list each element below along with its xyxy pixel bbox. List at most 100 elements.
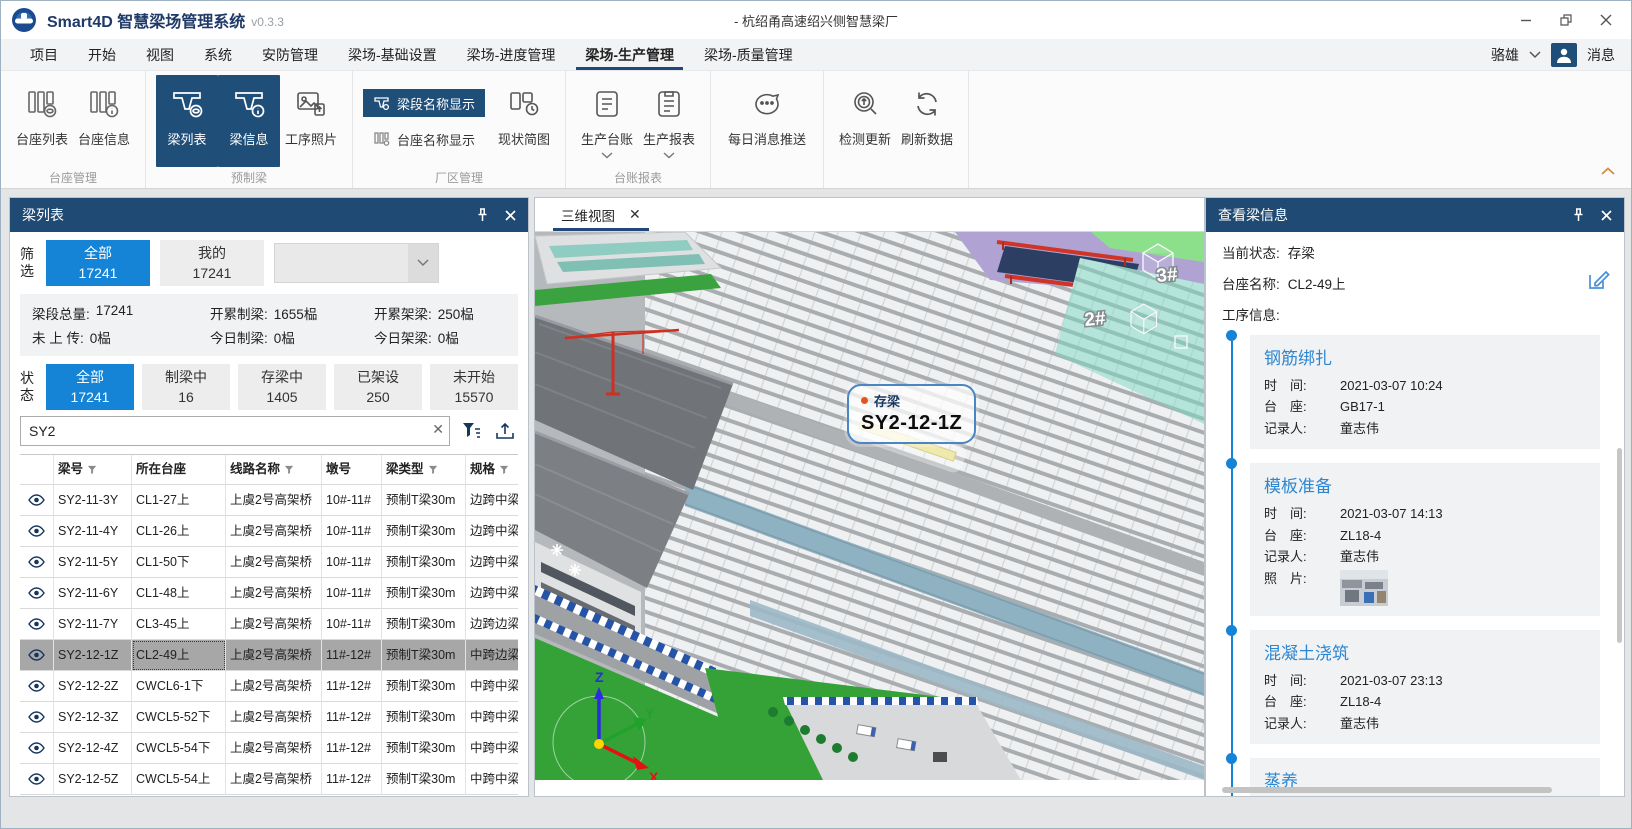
edit-icon[interactable]: [1586, 268, 1610, 297]
status-all-button[interactable]: 全部17241: [46, 364, 134, 410]
filter-mine-button[interactable]: 我的 17241: [160, 240, 264, 286]
menu-item-start[interactable]: 开始: [73, 39, 131, 70]
status-dot: [861, 397, 868, 404]
view-beam-eye-icon[interactable]: [20, 764, 54, 795]
table-row[interactable]: SY2-11-5YCL1-50下上虞2号高架桥10#-11#预制T梁30m边跨中…: [20, 547, 518, 578]
horizontal-scrollbar[interactable]: [1222, 787, 1552, 793]
process-photo[interactable]: [1340, 570, 1388, 606]
header-beam-type[interactable]: 梁类型: [382, 455, 466, 485]
production-report-button[interactable]: 生产报表: [638, 75, 700, 167]
view-beam-eye-icon[interactable]: [20, 640, 54, 671]
table-cell: CL1-48上: [132, 578, 226, 609]
table-row[interactable]: SY2-12-2ZCWCL6-1下上虞2号高架桥11#-12#预制T梁30m中跨…: [20, 671, 518, 702]
pedestal-info-button[interactable]: 台座信息: [73, 75, 135, 167]
menu-item-base-setting[interactable]: 梁场-基础设置: [333, 39, 452, 70]
view-beam-eye-icon[interactable]: [20, 547, 54, 578]
menu-item-security[interactable]: 安防管理: [247, 39, 333, 70]
view-beam-eye-icon[interactable]: [20, 671, 54, 702]
menu-item-quality[interactable]: 梁场-质量管理: [689, 39, 808, 70]
process-title[interactable]: 混凝土浇筑: [1264, 639, 1586, 664]
filter-all-button[interactable]: 全部 17241: [46, 240, 150, 286]
pin-icon[interactable]: [1572, 208, 1585, 222]
close-panel-icon[interactable]: [1601, 210, 1612, 221]
restore-button[interactable]: [1559, 13, 1573, 27]
table-row[interactable]: SY2-11-6YCL1-48上上虞2号高架桥10#-11#预制T梁30m边跨中…: [20, 578, 518, 609]
menu-item-progress[interactable]: 梁场-进度管理: [452, 39, 571, 70]
toggle-pedestal-name-display[interactable]: 台座名称显示: [363, 125, 485, 153]
beam-tooltip[interactable]: 存梁 SY2-12-1Z: [847, 384, 976, 444]
close-panel-icon[interactable]: [505, 210, 516, 221]
table-row[interactable]: SY2-12-1ZCL2-49上上虞2号高架桥11#-12#预制T梁30m中跨边…: [20, 640, 518, 671]
production-ledger-button[interactable]: 生产台账: [576, 75, 638, 167]
process-photo-button[interactable]: 工序照片: [280, 75, 342, 167]
table-cell: 预制T梁30m: [382, 485, 466, 516]
filter-funnel-button[interactable]: [458, 418, 484, 444]
table-cell: 上虞2号高架桥: [226, 764, 322, 795]
search-input[interactable]: [20, 416, 450, 446]
status-erected-button[interactable]: 已架设250: [334, 364, 422, 410]
user-avatar-icon[interactable]: [1551, 43, 1577, 67]
table-row[interactable]: SY2-12-4ZCWCL5-54下上虞2号高架桥11#-12#预制T梁30m中…: [20, 733, 518, 764]
beam-list-button[interactable]: 梁列表: [156, 75, 218, 167]
beam-info-button[interactable]: 梁信息: [218, 75, 280, 167]
messages-link[interactable]: 消息: [1587, 45, 1615, 65]
ribbon-collapse-chevron[interactable]: [1601, 162, 1615, 180]
view-beam-eye-icon[interactable]: [20, 578, 54, 609]
process-item: 模板准备时 间:2021-03-07 14:13台 座:ZL18-4记录人:童志…: [1250, 463, 1610, 615]
menu-item-view[interactable]: 视图: [131, 39, 189, 70]
export-button[interactable]: [492, 418, 518, 444]
header-pedestal[interactable]: 所在台座: [132, 455, 226, 485]
table-row[interactable]: SY2-11-7YCL3-45上上虞2号高架桥10#-11#预制T梁30m边跨边…: [20, 609, 518, 640]
table-cell: 上虞2号高架桥: [226, 547, 322, 578]
table-cell: 边跨中梁简变连: [466, 485, 518, 516]
check-update-button[interactable]: 检测更新: [834, 75, 896, 167]
group-label-ledger: 台账报表: [566, 169, 710, 186]
view-beam-eye-icon[interactable]: [20, 516, 54, 547]
current-status-label: 当前状态:: [1222, 242, 1280, 262]
beam-info-icon: [231, 87, 267, 121]
tab-3d-view[interactable]: 三维视图 ✕: [553, 198, 649, 231]
viewport-3d[interactable]: 2# 3# Z Y X: [535, 232, 1204, 780]
status-making-button[interactable]: 制梁中16: [142, 364, 230, 410]
filter-dropdown[interactable]: [274, 243, 439, 283]
view-beam-eye-icon[interactable]: [20, 702, 54, 733]
daily-message-push-button[interactable]: 每日消息推送: [721, 75, 813, 167]
table-cell: 预制T梁30m: [382, 640, 466, 671]
chevron-down-icon[interactable]: [1529, 51, 1541, 59]
table-cell: 预制T梁30m: [382, 671, 466, 702]
menu-item-production[interactable]: 梁场-生产管理: [570, 39, 689, 70]
vertical-scrollbar[interactable]: [1617, 448, 1622, 643]
table-row[interactable]: SY2-12-5ZCWCL5-54上上虞2号高架桥11#-12#预制T梁30m中…: [20, 764, 518, 795]
header-beam-no[interactable]: 梁号: [54, 455, 132, 485]
production-ledger-icon: [593, 87, 621, 121]
close-tab-icon[interactable]: ✕: [629, 206, 641, 223]
process-title[interactable]: 模板准备: [1264, 472, 1586, 497]
current-layout-button[interactable]: 现状简图: [493, 75, 555, 167]
menu-item-system[interactable]: 系统: [189, 39, 247, 70]
user-name[interactable]: 骆雄: [1491, 45, 1519, 65]
status-notstarted-button[interactable]: 未开始15570: [430, 364, 518, 410]
refresh-data-button[interactable]: 刷新数据: [896, 75, 958, 167]
view-beam-eye-icon[interactable]: [20, 733, 54, 764]
clear-search-icon[interactable]: ✕: [432, 422, 444, 436]
process-title[interactable]: 钢筋绑扎: [1264, 344, 1586, 369]
close-window-button[interactable]: [1599, 13, 1613, 27]
table-cell: 中跨中梁简变连: [466, 671, 518, 702]
header-line-name[interactable]: 线路名称: [226, 455, 322, 485]
table-row[interactable]: SY2-11-4YCL1-26上上虞2号高架桥10#-11#预制T梁30m边跨中…: [20, 516, 518, 547]
table-row[interactable]: SY2-11-3YCL1-27上上虞2号高架桥10#-11#预制T梁30m边跨中…: [20, 485, 518, 516]
current-status-value: 存梁: [1288, 242, 1315, 262]
menu-item-project[interactable]: 项目: [15, 39, 73, 70]
ribbon-group-yard: 梁段名称显示 台座名称显示 现状简图 厂区管理: [353, 71, 566, 188]
header-pier-no[interactable]: 墩号: [322, 455, 382, 485]
toggle-beam-name-display[interactable]: 梁段名称显示: [363, 89, 485, 117]
pin-icon[interactable]: [476, 208, 489, 222]
view-beam-eye-icon[interactable]: [20, 485, 54, 516]
header-spec[interactable]: 规格: [466, 455, 518, 485]
timeline-dot: [1226, 330, 1237, 341]
status-storing-button[interactable]: 存梁中1405: [238, 364, 326, 410]
minimize-button[interactable]: [1519, 13, 1533, 27]
view-beam-eye-icon[interactable]: [20, 609, 54, 640]
table-row[interactable]: SY2-12-3ZCWCL5-52下上虞2号高架桥11#-12#预制T梁30m中…: [20, 702, 518, 733]
pedestal-list-button[interactable]: 台座列表: [11, 75, 73, 167]
